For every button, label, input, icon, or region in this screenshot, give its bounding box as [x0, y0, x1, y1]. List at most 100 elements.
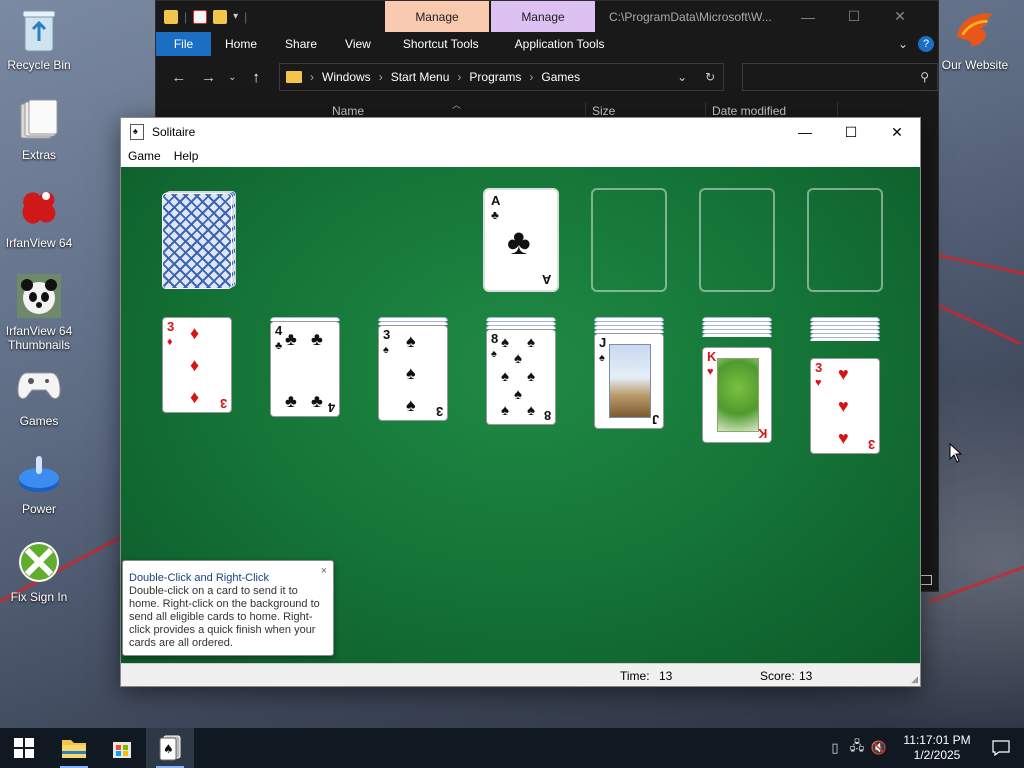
- solitaire-app-icon: ♠: [130, 124, 144, 140]
- help-icon[interactable]: ?: [918, 36, 934, 52]
- minimize-button[interactable]: —: [782, 118, 828, 146]
- tab-shortcut-tools[interactable]: Shortcut Tools: [385, 32, 497, 56]
- solitaire-titlebar[interactable]: ♠ Solitaire — ☐ ✕: [121, 118, 920, 146]
- maximize-button[interactable]: ☐: [831, 8, 877, 25]
- tableau-card[interactable]: 3 ♥ ♥ ♥ ♥ 3: [810, 358, 880, 454]
- card-suit-center: ♣: [507, 221, 531, 262]
- desktop-icon-our-website[interactable]: Our Website: [936, 6, 1014, 72]
- desktop-icon-recycle-bin[interactable]: Recycle Bin: [0, 6, 78, 72]
- mouse-pointer-icon: [949, 443, 963, 463]
- view-details-icon[interactable]: [920, 575, 932, 585]
- close-button[interactable]: ✕: [874, 118, 920, 146]
- taskbar-file-explorer[interactable]: [50, 728, 98, 768]
- foundation-slot-2[interactable]: [591, 188, 667, 292]
- desktop-icon-games[interactable]: Games: [0, 362, 78, 428]
- tableau-card[interactable]: J ♠ J: [594, 333, 664, 429]
- foundation-slot-1[interactable]: A ♣ ♣ A: [483, 188, 559, 292]
- card-back-edge: [810, 337, 880, 341]
- card-pip: ♣: [311, 329, 323, 349]
- panda-icon: [15, 272, 63, 320]
- folder-icon[interactable]: [164, 9, 178, 24]
- new-folder-icon[interactable]: [213, 9, 228, 24]
- up-arrow-icon[interactable]: ↑: [243, 69, 269, 86]
- tab-application-tools[interactable]: Application Tools: [497, 32, 623, 56]
- taskbar-store[interactable]: [98, 728, 146, 768]
- menu-help[interactable]: Help: [173, 149, 211, 163]
- chevron-right-icon[interactable]: ›: [457, 70, 461, 84]
- card-pip: ♥: [838, 364, 849, 384]
- start-button[interactable]: [0, 728, 48, 768]
- foundation-card[interactable]: A ♣ ♣ A: [487, 192, 555, 288]
- card-pip: ♥: [838, 428, 849, 448]
- card-rank: 3: [383, 327, 391, 342]
- folder-icon: [286, 71, 302, 83]
- stock-pile[interactable]: [162, 191, 238, 291]
- usb-device-icon[interactable]: ▯: [824, 740, 846, 756]
- menu-game[interactable]: Game: [127, 149, 173, 163]
- chevron-right-icon[interactable]: ›: [379, 70, 383, 84]
- desktop-icon-irfanview[interactable]: IrfanView 64: [0, 184, 78, 250]
- customize-qat-icon[interactable]: ▾: [233, 11, 238, 22]
- desktop-icon-label: Recycle Bin: [7, 58, 71, 72]
- breadcrumb-programs[interactable]: Programs: [469, 70, 521, 84]
- search-input[interactable]: ⚲: [742, 63, 939, 91]
- explorer-titlebar[interactable]: | ▾ | Manage Manage C:\ProgramData\Micro…: [156, 1, 938, 32]
- tableau-card[interactable]: 3 ♦ ♦ ♦ ♦ 3: [162, 317, 232, 413]
- card-suit-small: ♠: [491, 348, 497, 360]
- breadcrumb-windows[interactable]: Windows: [322, 70, 371, 84]
- tableau-card[interactable]: 8 ♠ ♠ ♠ ♠ ♠ ♠ ♠ ♠ ♠ 8: [486, 329, 556, 425]
- tip-popup: × Double-Click and Right-Click Double-cl…: [122, 560, 334, 656]
- breadcrumb-games[interactable]: Games: [541, 70, 580, 84]
- desktop-icon-extras[interactable]: Extras: [0, 96, 78, 162]
- tip-title: Double-Click and Right-Click: [129, 572, 269, 584]
- back-arrow-icon[interactable]: ←: [166, 69, 192, 86]
- foundation-slot-3[interactable]: [699, 188, 775, 292]
- resize-grip-icon[interactable]: ◢: [911, 674, 918, 685]
- recent-locations-icon[interactable]: ⌄: [225, 72, 239, 83]
- action-center-button[interactable]: [978, 740, 1024, 756]
- desktop-icon-label: Power: [21, 502, 56, 516]
- address-bar[interactable]: › Windows › Start Menu › Programs › Game…: [279, 63, 725, 91]
- chevron-right-icon[interactable]: ›: [529, 70, 533, 84]
- close-icon[interactable]: ×: [321, 565, 327, 578]
- desktop-icon-power[interactable]: Power: [0, 450, 78, 516]
- desktop-icon-fix-sign-in[interactable]: Fix Sign In: [0, 538, 78, 604]
- tab-view[interactable]: View: [331, 32, 385, 56]
- address-dropdown-icon[interactable]: ⌄: [677, 70, 687, 84]
- network-icon[interactable]: 🖧: [846, 737, 868, 759]
- card-pip: ♣: [285, 329, 297, 349]
- tableau-card[interactable]: 3 ♠ ♠ ♠ ♠ 3: [378, 325, 448, 421]
- card-back-edge: [702, 333, 772, 337]
- properties-icon[interactable]: [193, 9, 208, 24]
- window-title: Solitaire: [152, 125, 196, 139]
- breadcrumb-start-menu[interactable]: Start Menu: [391, 70, 450, 84]
- maximize-button[interactable]: ☐: [828, 118, 874, 146]
- tab-share[interactable]: Share: [271, 32, 331, 56]
- card-rank: 3: [815, 360, 823, 375]
- tab-file[interactable]: File: [156, 32, 211, 56]
- tab-manage-shortcut[interactable]: Manage: [385, 1, 489, 32]
- tab-manage-application[interactable]: Manage: [491, 1, 595, 32]
- tab-home[interactable]: Home: [211, 32, 271, 56]
- tableau-card[interactable]: 4 ♣ ♣ ♣ ♣ ♣ 4: [270, 321, 340, 417]
- card-pip: ♠: [406, 363, 416, 383]
- minimize-button[interactable]: —: [785, 9, 831, 25]
- card-rank: 3: [219, 396, 227, 411]
- tableau-card[interactable]: K ♥ K: [702, 347, 772, 443]
- power-icon: [15, 450, 63, 498]
- ribbon-expand-icon[interactable]: ⌄: [898, 37, 908, 51]
- system-clock[interactable]: 11:17:01 PM 1/2/2025: [896, 733, 978, 763]
- foundation-slot-4[interactable]: [807, 188, 883, 292]
- volume-muted-icon[interactable]: 🔇: [868, 740, 890, 756]
- card-rank: 3: [435, 404, 443, 419]
- chevron-right-icon[interactable]: ›: [310, 70, 314, 84]
- card-rank: J: [599, 335, 607, 350]
- folder-stack-icon: [15, 96, 63, 144]
- forward-arrow-icon[interactable]: →: [196, 69, 222, 86]
- desktop-icon-irfanview-thumbnails[interactable]: IrfanView 64 Thumbnails: [0, 272, 78, 352]
- card-back[interactable]: [162, 193, 232, 289]
- card-suit-small: ♦: [167, 336, 173, 348]
- refresh-icon[interactable]: ↻: [705, 70, 715, 84]
- taskbar-solitaire[interactable]: ♠: [146, 728, 194, 768]
- close-button[interactable]: ✕: [877, 8, 923, 25]
